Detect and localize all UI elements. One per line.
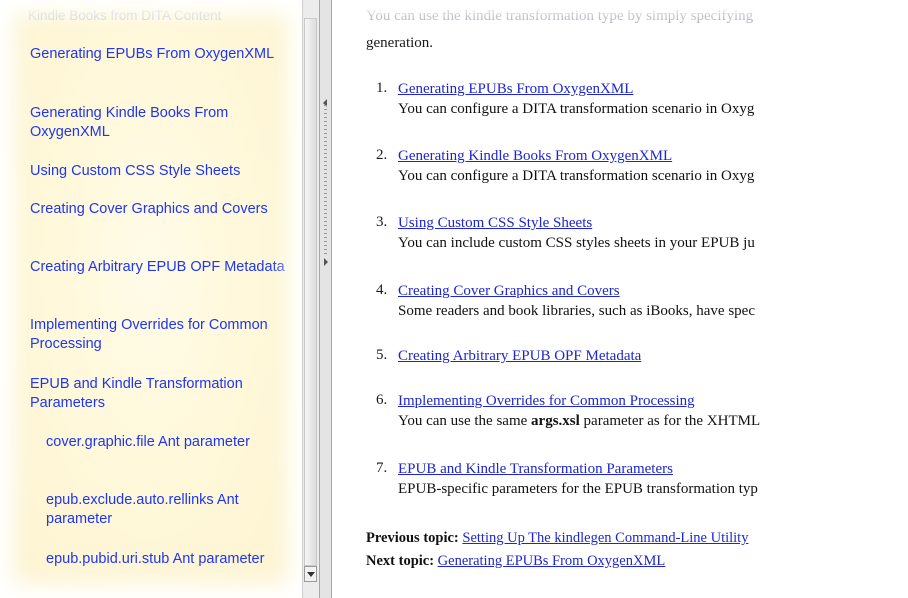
intro-text-end: generation. — [366, 35, 434, 51]
toc-item-generating-kindle-books[interactable]: Generating Kindle Books From OxygenXML — [30, 104, 292, 142]
nav-header: Kindle Books from DITA Content — [28, 8, 222, 23]
topic-description: EPUB-specific parameters for the EPUB tr… — [398, 481, 758, 497]
topic-link[interactable]: Using Custom CSS Style Sheets — [398, 214, 908, 233]
nav-scrollbar[interactable] — [302, 0, 320, 598]
topic-link[interactable]: Generating Kindle Books From OxygenXML — [398, 147, 908, 166]
code-args-xsl: args.xsl — [531, 413, 580, 429]
topic-description: You can configure a DITA transformation … — [398, 101, 755, 117]
scroll-down-button[interactable] — [304, 566, 317, 582]
expand-right-icon[interactable] — [323, 255, 328, 269]
intro-text-faded: You can use the kindle transformation ty… — [366, 8, 754, 24]
topic-description: You can use the same args.xsl parameter … — [398, 411, 908, 431]
toc-item-overrides[interactable]: Implementing Overrides for Common Proces… — [30, 316, 292, 354]
topic-list-item: 3. Using Custom CSS Style Sheets You can… — [376, 214, 908, 253]
previous-topic-line: Previous topic: Setting Up The kindlegen… — [366, 530, 748, 547]
topic-link[interactable]: EPUB and Kindle Transformation Parameter… — [398, 460, 908, 479]
topic-description: Some readers and book libraries, such as… — [398, 303, 755, 319]
topic-link[interactable]: Creating Cover Graphics and Covers — [398, 282, 908, 301]
toc-item-opf-metadata[interactable]: Creating Arbitrary EPUB OPF Metadata — [30, 258, 292, 277]
topic-list-item: 6. Implementing Overrides for Common Pro… — [376, 392, 908, 431]
toc-item-generating-epubs[interactable]: Generating EPUBs From OxygenXML — [30, 45, 292, 64]
topic-number: 7. — [376, 460, 388, 476]
topic-list-item: 7. EPUB and Kindle Transformation Parame… — [376, 460, 908, 499]
next-topic-link[interactable]: Generating EPUBs From OxygenXML — [438, 553, 666, 569]
topic-list-item: 5. Creating Arbitrary EPUB OPF Metadata — [376, 347, 908, 366]
topic-list-item: 1. Generating EPUBs From OxygenXML You c… — [376, 80, 908, 119]
topic-number: 2. — [376, 147, 388, 163]
next-topic-line: Next topic: Generating EPUBs From Oxygen… — [366, 553, 665, 570]
previous-topic-label: Previous topic: — [366, 530, 459, 546]
toc-subitem-cover-graphic-file[interactable]: cover.graphic.file Ant parameter — [46, 433, 292, 452]
down-arrow-icon — [306, 571, 315, 577]
desc-text: parameter as for the XHTML — [579, 413, 761, 429]
topic-list-item: 2. Generating Kindle Books From OxygenXM… — [376, 147, 908, 186]
toc-item-transformation-parameters[interactable]: EPUB and Kindle Transformation Parameter… — [30, 375, 292, 413]
topic-number: 3. — [376, 214, 388, 230]
next-topic-label: Next topic: — [366, 553, 435, 569]
toc-subitem-epub-exclude-auto-rellinks[interactable]: epub.exclude.auto.rellinks Ant parameter — [46, 491, 292, 529]
topic-description: You can configure a DITA transformation … — [398, 168, 755, 184]
navigation-pane: Kindle Books from DITA Content Generatin… — [0, 0, 302, 598]
topic-number: 6. — [376, 392, 388, 408]
toc-item-cover-graphics[interactable]: Creating Cover Graphics and Covers — [30, 200, 292, 219]
scrollbar-thumb[interactable] — [304, 18, 317, 566]
previous-topic-link[interactable]: Setting Up The kindlegen Command-Line Ut… — [462, 530, 748, 546]
topic-link[interactable]: Generating EPUBs From OxygenXML — [398, 80, 908, 99]
topic-description: You can include custom CSS styles sheets… — [398, 235, 755, 251]
toc-subitem-epub-pubid-uri-stub[interactable]: epub.pubid.uri.stub Ant parameter — [46, 550, 292, 569]
toc-item-custom-css[interactable]: Using Custom CSS Style Sheets — [30, 162, 292, 181]
topic-link[interactable]: Creating Arbitrary EPUB OPF Metadata — [398, 347, 908, 366]
topic-number: 4. — [376, 282, 388, 298]
topic-link[interactable]: Implementing Overrides for Common Proces… — [398, 392, 908, 411]
pane-splitter[interactable] — [319, 0, 332, 598]
splitter-grip[interactable] — [324, 105, 327, 255]
topic-list-item: 4. Creating Cover Graphics and Covers So… — [376, 282, 908, 321]
topic-number: 5. — [376, 347, 388, 363]
topic-number: 1. — [376, 80, 388, 96]
content-pane: You can use the kindle transformation ty… — [336, 0, 908, 598]
desc-text: You can use the same — [398, 413, 532, 429]
